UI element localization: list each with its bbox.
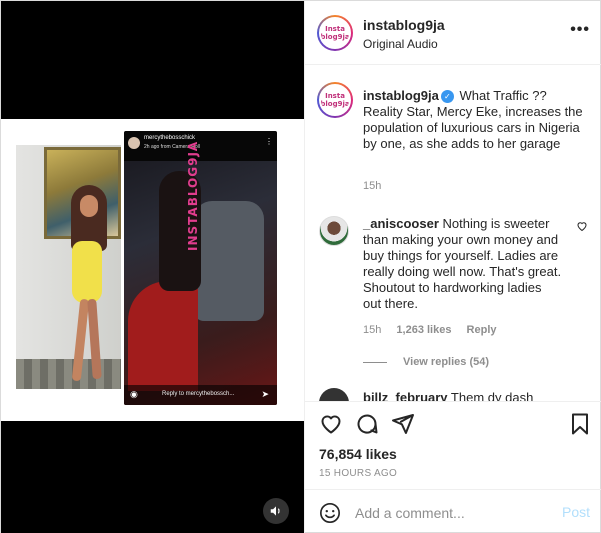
photo-standing-woman <box>16 145 121 389</box>
post-comment-button[interactable]: Post <box>562 504 590 520</box>
post-header: Insta blog9ja instablog9ja Original Audi… <box>305 1 601 65</box>
comment: _aniscooser Nothing is sweeter than maki… <box>363 216 563 312</box>
camera-icon: ◉ <box>130 389 138 399</box>
comments-list[interactable]: Insta blog9ja instablog9ja ✓ What Traffic… <box>305 66 601 401</box>
author-username[interactable]: instablog9ja <box>363 17 445 33</box>
story-more-icon: ⋮ <box>265 137 273 146</box>
caption-avatar[interactable]: Insta blog9ja <box>317 82 353 118</box>
story-avatar <box>128 137 140 149</box>
heart-icon[interactable] <box>319 412 343 436</box>
comment-text: Them dy dash <box>450 390 534 401</box>
avatar-logo: Insta blog9ja <box>320 25 350 41</box>
comment-meta: 15h 1,263 likes Reply <box>363 324 509 336</box>
post-sidebar: Insta blog9ja instablog9ja Original Audi… <box>304 1 601 533</box>
add-comment-bar: Post <box>305 489 601 533</box>
share-paper-plane-icon[interactable] <box>391 412 415 436</box>
comment: billz_february Them dy dash <box>363 390 585 401</box>
avatar-logo: Insta blog9ja <box>320 92 350 108</box>
likes-count[interactable]: 76,854 likes <box>319 446 397 462</box>
comment-reply-button[interactable]: Reply <box>467 324 497 336</box>
comment-username[interactable]: _aniscooser <box>363 216 439 231</box>
commenter-avatar[interactable] <box>319 216 349 246</box>
comment-likes[interactable]: 1,263 likes <box>396 324 451 336</box>
story-screenshot: mercythebosschick 2h ago from Camera Rol… <box>124 131 277 405</box>
caption: instablog9ja ✓ What Traffic ?? Reality St… <box>363 88 585 152</box>
comment-username[interactable]: billz_february <box>363 390 448 401</box>
more-options-icon[interactable]: ••• <box>570 21 590 39</box>
post-media[interactable]: mercythebosschick 2h ago from Camera Rol… <box>1 1 304 533</box>
view-replies-button[interactable]: View replies (54) <box>363 356 489 368</box>
speaker-icon <box>270 506 280 516</box>
divider-line <box>363 361 387 363</box>
author-avatar[interactable]: Insta blog9ja <box>317 15 353 51</box>
post-timestamp[interactable]: 15 HOURS AGO <box>319 468 397 479</box>
car-seat <box>194 201 264 321</box>
action-bar: 76,854 likes 15 HOURS AGO <box>305 401 601 489</box>
view-replies-label: View replies (54) <box>403 356 490 368</box>
comment-time[interactable]: 15h <box>363 324 381 336</box>
audio-label[interactable]: Original Audio <box>363 37 438 51</box>
caption-time[interactable]: 15h <box>363 180 381 192</box>
commenter-avatar[interactable] <box>319 388 349 401</box>
volume-icon[interactable] <box>263 498 289 524</box>
verified-badge-icon: ✓ <box>440 90 454 103</box>
caption-username[interactable]: instablog9ja <box>363 88 439 103</box>
watermark: INSTABLOG9JA <box>186 140 200 251</box>
bookmark-icon[interactable] <box>568 412 592 436</box>
send-icon: ➤ <box>261 389 269 399</box>
post-card: mercythebosschick 2h ago from Camera Rol… <box>0 0 601 533</box>
story-reply-field: Reply to mercythebossch... <box>162 391 235 397</box>
comment-like-heart-icon[interactable] <box>576 220 588 235</box>
comment-bubble-icon[interactable] <box>355 412 379 436</box>
emoji-icon[interactable] <box>319 502 341 524</box>
comment-input[interactable] <box>355 503 545 523</box>
